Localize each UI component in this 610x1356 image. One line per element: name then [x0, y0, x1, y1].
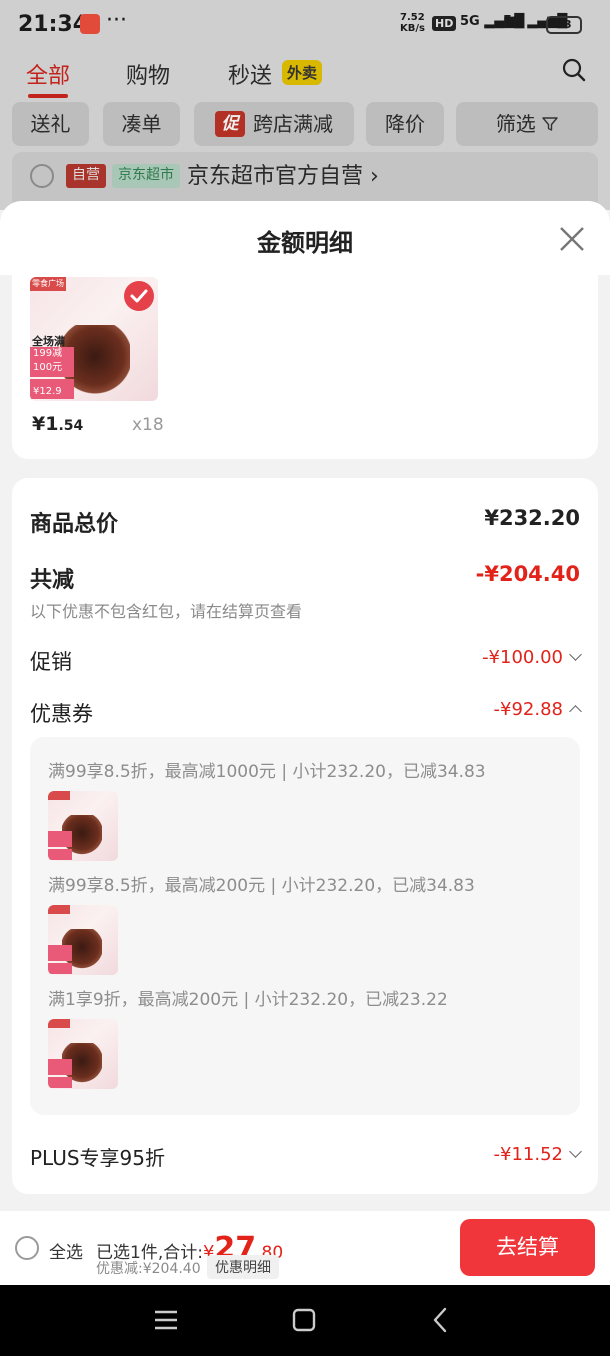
checkout-bar: 全选 已选1件,合计:¥27.80 优惠减:¥204.40 优惠明细 去结算	[0, 1211, 610, 1285]
brand-logo	[48, 905, 70, 914]
self-operated-tag: 自营	[66, 164, 106, 188]
goods-total-label: 商品总价	[30, 512, 119, 537]
product-image[interactable]: 零食广场 全场满 199减 100元 ¥12.9	[30, 277, 158, 401]
brand-logo	[48, 791, 70, 800]
plus-value: -¥11.52	[493, 1144, 563, 1165]
promo-row[interactable]: -¥100.00	[482, 647, 582, 668]
thumb-promo-line2: 199减	[33, 348, 63, 359]
chevron-up-icon	[569, 705, 582, 718]
chip-bundle[interactable]: 凑单	[103, 102, 180, 146]
amount-detail-sheet: 金额明细 零食广场 全场满 199减 100元 ¥12.9 ¥1.54 x18 …	[0, 201, 610, 1211]
coupon-product-thumb	[48, 791, 118, 861]
thumb-price-block	[48, 963, 72, 974]
more-notifications-icon: ···	[106, 8, 127, 33]
chip-filter[interactable]: 筛选	[456, 102, 598, 146]
home-icon[interactable]	[292, 1308, 316, 1332]
brand-logo: 零食广场	[30, 277, 66, 291]
saved-amount: 优惠减:¥204.40	[96, 1261, 201, 1277]
tab-all[interactable]: 全部	[26, 58, 70, 90]
total-discount-value: -¥204.40	[475, 562, 580, 586]
thumb-price: ¥12.9	[33, 386, 62, 397]
select-all-radio[interactable]	[15, 1236, 39, 1260]
coupon-row[interactable]: -¥92.88	[493, 699, 582, 720]
system-nav-bar	[0, 1285, 610, 1356]
chip-cross-store[interactable]: 促跨店满减	[194, 102, 354, 146]
filter-icon	[542, 117, 558, 131]
status-time: 21:34	[18, 12, 89, 37]
coupon-product-thumb	[48, 1019, 118, 1089]
network-speed: 7.52 KB/s	[400, 12, 425, 34]
coupon-item: 满99享8.5折，最高减200元 | 小计232.20，已减34.83	[48, 876, 475, 896]
store-select-radio[interactable]	[30, 164, 54, 188]
thumb-promo-line3: 100元	[33, 362, 63, 373]
tab-express[interactable]: 秒送	[228, 58, 272, 90]
filter-chips: 送礼 凑单 促跨店满减 降价 筛选	[0, 102, 610, 148]
coupon-list: 满99享8.5折，最高减1000元 | 小计232.20，已减34.83 满99…	[30, 737, 580, 1115]
select-all-label[interactable]: 全选	[49, 1238, 83, 1263]
goods-total-value: ¥232.20	[484, 506, 580, 530]
promo-label: 促销	[30, 650, 72, 674]
checked-icon	[124, 281, 154, 311]
chip-price-drop[interactable]: 降价	[366, 102, 444, 146]
thumb-price-block: ¥12.9	[30, 379, 74, 399]
back-icon[interactable]	[432, 1307, 448, 1333]
chevron-down-icon	[569, 1145, 582, 1158]
sheet-title: 金额明细	[257, 229, 353, 257]
item-quantity: x18	[132, 415, 164, 435]
tab-shopping[interactable]: 购物	[126, 58, 170, 90]
coupon-label: 优惠券	[30, 702, 93, 726]
close-icon[interactable]	[558, 225, 586, 253]
discount-detail-button[interactable]: 优惠明细	[207, 1255, 279, 1279]
battery-icon: 53	[546, 16, 582, 34]
search-icon[interactable]	[562, 58, 586, 82]
thumb-promo-block: 199减 100元	[30, 347, 74, 377]
chip-gift[interactable]: 送礼	[12, 102, 89, 146]
coupon-product-thumb	[48, 905, 118, 975]
thumb-price-block	[48, 849, 72, 860]
store-name[interactable]: 京东超市官方自营 ›	[187, 158, 379, 190]
coupon-value: -¥92.88	[493, 699, 563, 720]
menu-icon[interactable]	[154, 1309, 178, 1331]
takeout-badge: 外卖	[282, 60, 323, 85]
item-price: ¥1.54	[32, 413, 84, 435]
discount-note: 以下优惠不包含红包，请在结算页查看	[30, 602, 303, 621]
promo-badge: 促	[215, 111, 245, 137]
plus-row[interactable]: -¥11.52	[493, 1144, 582, 1165]
sheet-header: 金额明细	[0, 201, 610, 275]
status-bar: 21:34 ··· 7.52 KB/s HD 5G ▂▄▆█ 5G ▂▄▆█ 53	[0, 0, 610, 50]
coupon-item: 满1享9折，最高减200元 | 小计232.20，已减23.22	[48, 990, 448, 1010]
plus-label: PLUS专享95折	[30, 1146, 165, 1170]
price-summary-card: 商品总价 ¥232.20 共减 -¥204.40 以下优惠不包含红包，请在结算页…	[12, 478, 598, 1194]
checkout-button[interactable]: 去结算	[460, 1219, 595, 1276]
supermarket-tag: 京东超市	[112, 164, 180, 188]
app-notification-icon	[80, 14, 100, 34]
brand-logo	[48, 1019, 70, 1028]
promo-value: -¥100.00	[482, 647, 563, 668]
hd-icon: HD	[432, 16, 457, 31]
total-discount-label: 共减	[30, 568, 75, 593]
thumb-price-block	[48, 1077, 72, 1088]
chevron-down-icon	[569, 648, 582, 661]
coupon-item: 满99享8.5折，最高减1000元 | 小计232.20，已减34.83	[48, 762, 486, 782]
thumb-promo-block	[48, 945, 72, 961]
thumb-promo-block	[48, 1059, 72, 1075]
active-tab-indicator	[28, 94, 68, 98]
thumb-promo-block	[48, 831, 72, 847]
product-card: 零食广场 全场满 199减 100元 ¥12.9 ¥1.54 x18	[12, 275, 598, 459]
